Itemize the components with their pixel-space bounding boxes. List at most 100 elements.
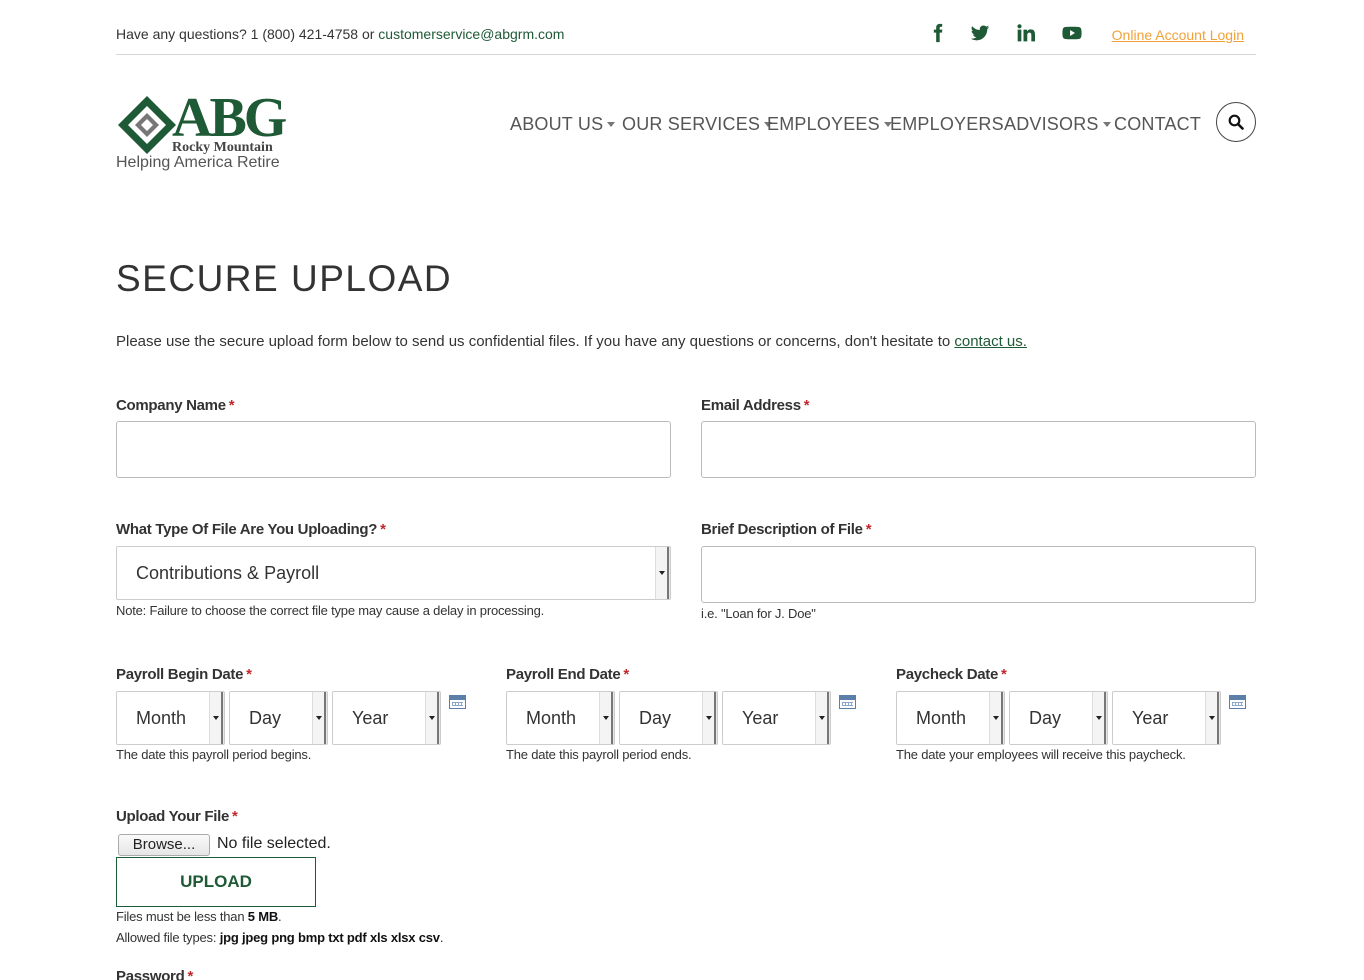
no-file-text: No file selected. <box>217 835 331 852</box>
info-text: . <box>439 930 444 945</box>
twitter-icon[interactable] <box>967 20 993 46</box>
logo-diamond-icon <box>118 96 176 154</box>
size-limit: 5 MB <box>247 909 279 924</box>
required-mark: * <box>865 521 872 538</box>
top-bar: Have any questions? 1 (800) 421-4758 or … <box>116 0 1256 55</box>
paycheck-year-select[interactable]: Year <box>1112 691 1221 745</box>
paycheck-help: The date your employees will receive thi… <box>896 747 1186 762</box>
payroll-end-day-select[interactable]: Day <box>619 691 718 745</box>
dropdown-arrow-icon <box>312 692 324 744</box>
file-type-value: Contributions & Payroll <box>136 562 320 583</box>
calendar-icon[interactable] <box>1229 695 1246 709</box>
payroll-end-year-select[interactable]: Year <box>722 691 831 745</box>
search-button[interactable] <box>1216 102 1256 142</box>
nav-employers[interactable]: EMPLOYERS <box>890 112 1004 136</box>
select-value: Year <box>1132 707 1169 728</box>
nav-about-us[interactable]: ABOUT US <box>510 112 616 136</box>
dropdown-arrow-icon <box>1092 692 1104 744</box>
nav-label: EMPLOYERS <box>890 113 1004 134</box>
payroll-end-month-select[interactable]: Month <box>506 691 615 745</box>
description-label: Brief Description of File * <box>701 521 872 538</box>
dropdown-arrow-icon <box>655 547 667 599</box>
file-types-info: Allowed file types: jpg jpeg png bmp txt… <box>116 930 443 945</box>
label-text: Paycheck Date <box>896 666 999 683</box>
select-value: Month <box>526 707 577 728</box>
allowed-types: jpg jpeg png bmp txt pdf xls xlsx csv <box>219 930 440 945</box>
youtube-icon[interactable] <box>1059 20 1085 46</box>
select-value: Day <box>1029 707 1062 728</box>
nav-label: EMPLOYEES <box>767 113 880 134</box>
description-hint: i.e. "Loan for J. Doe" <box>701 606 816 621</box>
caret-down-icon <box>607 121 616 127</box>
required-mark: * <box>623 666 629 683</box>
email-address-label: Email Address * <box>701 397 810 414</box>
payroll-end-label: Payroll End Date * <box>506 666 629 683</box>
info-text: . <box>278 909 282 924</box>
required-mark: * <box>187 968 194 980</box>
company-name-label: Company Name * <box>116 397 235 414</box>
nav-label: ABOUT US <box>510 113 604 134</box>
online-account-login-link[interactable]: Online Account Login <box>1112 27 1244 43</box>
file-type-select[interactable]: Contributions & Payroll <box>116 546 671 600</box>
intro-body: Please use the secure upload form below … <box>116 333 951 350</box>
search-icon <box>1228 114 1244 130</box>
select-value: Month <box>916 707 967 728</box>
company-name-input[interactable] <box>116 421 671 478</box>
nav-label: OUR SERVICES <box>622 113 761 134</box>
label-text: Email Address <box>701 397 801 414</box>
calendar-icon[interactable] <box>839 695 856 709</box>
nav-our-services[interactable]: OUR SERVICES <box>622 112 773 136</box>
facebook-icon[interactable] <box>925 20 951 46</box>
dropdown-arrow-icon <box>425 692 437 744</box>
dropdown-arrow-icon <box>815 692 827 744</box>
abg-logo[interactable]: ABG Rocky Mountain Helping America Retir… <box>116 90 287 174</box>
paycheck-day-select[interactable]: Day <box>1009 691 1108 745</box>
dropdown-arrow-icon <box>989 692 1001 744</box>
paycheck-month-select[interactable]: Month <box>896 691 1005 745</box>
intro-text: Please use the secure upload form below … <box>116 333 1027 350</box>
payroll-begin-year-select[interactable]: Year <box>332 691 441 745</box>
payroll-begin-month-select[interactable]: Month <box>116 691 225 745</box>
required-mark: * <box>380 521 386 538</box>
dropdown-arrow-icon <box>702 692 714 744</box>
payroll-end-help: The date this payroll period ends. <box>506 747 692 762</box>
payroll-begin-label: Payroll Begin Date * <box>116 666 252 683</box>
required-mark: * <box>246 666 252 683</box>
payroll-begin-day-select[interactable]: Day <box>229 691 328 745</box>
file-size-info: Files must be less than 5 MB. <box>116 909 282 924</box>
upload-button[interactable]: UPLOAD <box>116 857 316 907</box>
nav-employees[interactable]: EMPLOYEES <box>767 112 892 136</box>
nav-contact[interactable]: CONTACT <box>1114 112 1201 136</box>
logo-tagline: Helping America Retire <box>116 154 280 171</box>
nav-advisors[interactable]: ADVISORS <box>1004 112 1111 136</box>
select-value: Day <box>249 707 282 728</box>
linkedin-icon[interactable] <box>1013 20 1039 46</box>
label-text: Payroll End Date <box>506 666 621 683</box>
dropdown-arrow-icon <box>599 692 611 744</box>
label-text: Company Name <box>116 397 226 414</box>
info-text: Files must be less than <box>116 909 245 924</box>
paycheck-date-label: Paycheck Date * <box>896 666 1007 683</box>
nav-label: ADVISORS <box>1004 113 1099 134</box>
contact-info: Have any questions? 1 (800) 421-4758 or … <box>116 26 564 42</box>
contact-us-link[interactable]: contact us. <box>954 333 1027 350</box>
select-value: Day <box>639 707 672 728</box>
file-type-label: What Type Of File Are You Uploading? * <box>116 521 386 538</box>
required-mark: * <box>228 397 235 414</box>
label-text: Brief Description of File <box>701 521 863 538</box>
label-text: Upload Your File <box>116 808 229 825</box>
calendar-icon[interactable] <box>449 695 466 709</box>
info-text: Allowed file types: <box>116 930 217 945</box>
nav-label: CONTACT <box>1114 113 1202 134</box>
upload-file-label: Upload Your File * <box>116 808 238 825</box>
email-link[interactable]: customerservice@abgrm.com <box>378 26 564 42</box>
email-address-input[interactable] <box>701 421 1256 478</box>
dropdown-arrow-icon <box>1205 692 1217 744</box>
label-text: What Type Of File Are You Uploading? <box>116 521 378 538</box>
browse-button[interactable]: Browse... <box>118 834 210 856</box>
password-label: Password * <box>116 968 193 980</box>
description-input[interactable] <box>701 546 1256 603</box>
required-mark: * <box>803 397 810 414</box>
label-text: Password <box>116 968 185 980</box>
logo-letters: ABG <box>172 87 287 149</box>
